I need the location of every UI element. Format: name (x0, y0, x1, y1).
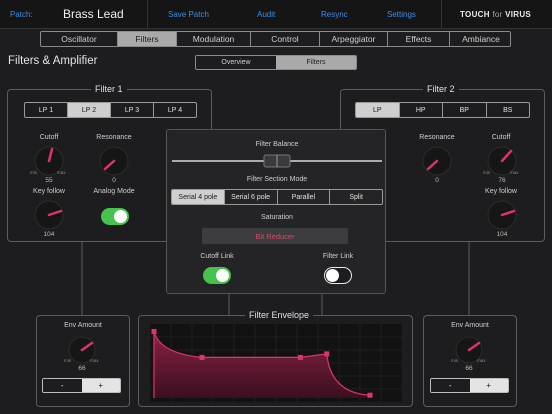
filter-link-label: Filter Link (322, 253, 354, 260)
cutoff-link-toggle[interactable] (203, 267, 231, 284)
mode-serial-6-pole[interactable]: Serial 6 pole (225, 190, 278, 204)
env-right-stepper: - + (430, 378, 509, 393)
env-left-decrement-button[interactable]: - (43, 379, 82, 392)
env-amount-left-value: 66 (78, 365, 86, 372)
toggle-knob (326, 268, 339, 282)
env-left-min: min (64, 358, 72, 363)
saturation-label: Saturation (261, 214, 293, 221)
saturation-selector[interactable]: Bit Reducer (202, 228, 348, 244)
mode-split[interactable]: Split (330, 190, 382, 204)
toggle-knob (216, 269, 229, 282)
env-right-min: min (451, 358, 459, 363)
cutoff-link-label: Cutoff Link (200, 253, 234, 260)
mode-serial-4-pole[interactable]: Serial 4 pole (172, 190, 225, 204)
filter-envelope-editor[interactable] (150, 324, 402, 402)
filter-routing-panel: Filter Balance Filter Section Mode Seria… (166, 129, 386, 294)
env-left-stepper: - + (42, 378, 121, 393)
env-right-increment-button[interactable]: + (469, 379, 508, 392)
envelope-point-release[interactable] (367, 392, 373, 398)
filter-link-toggle[interactable] (324, 267, 352, 284)
env-left-max: max (90, 358, 99, 363)
env-amount-left-label: Env Amount (64, 322, 102, 329)
section-mode-label: Filter Section Mode (246, 176, 308, 183)
env-right-decrement-button[interactable]: - (431, 379, 470, 392)
env-amount-right-label: Env Amount (451, 322, 489, 329)
env-amount-right-value: 66 (465, 365, 473, 372)
envelope-point-sustain[interactable] (297, 354, 303, 360)
mode-parallel[interactable]: Parallel (278, 190, 331, 204)
env-right-max: max (477, 358, 486, 363)
envelope-point-sustain-slope[interactable] (324, 351, 330, 357)
filter-balance-slider[interactable] (170, 152, 384, 170)
envelope-point-decay[interactable] (199, 354, 205, 360)
envelope-point-attack[interactable] (151, 329, 157, 334)
filter-balance-label: Filter Balance (255, 141, 299, 148)
filter-section-mode-selector: Serial 4 pole Serial 6 pole Parallel Spl… (171, 189, 383, 205)
env-left-increment-button[interactable]: + (81, 379, 120, 392)
filter-envelope-title: Filter Envelope (245, 310, 314, 320)
